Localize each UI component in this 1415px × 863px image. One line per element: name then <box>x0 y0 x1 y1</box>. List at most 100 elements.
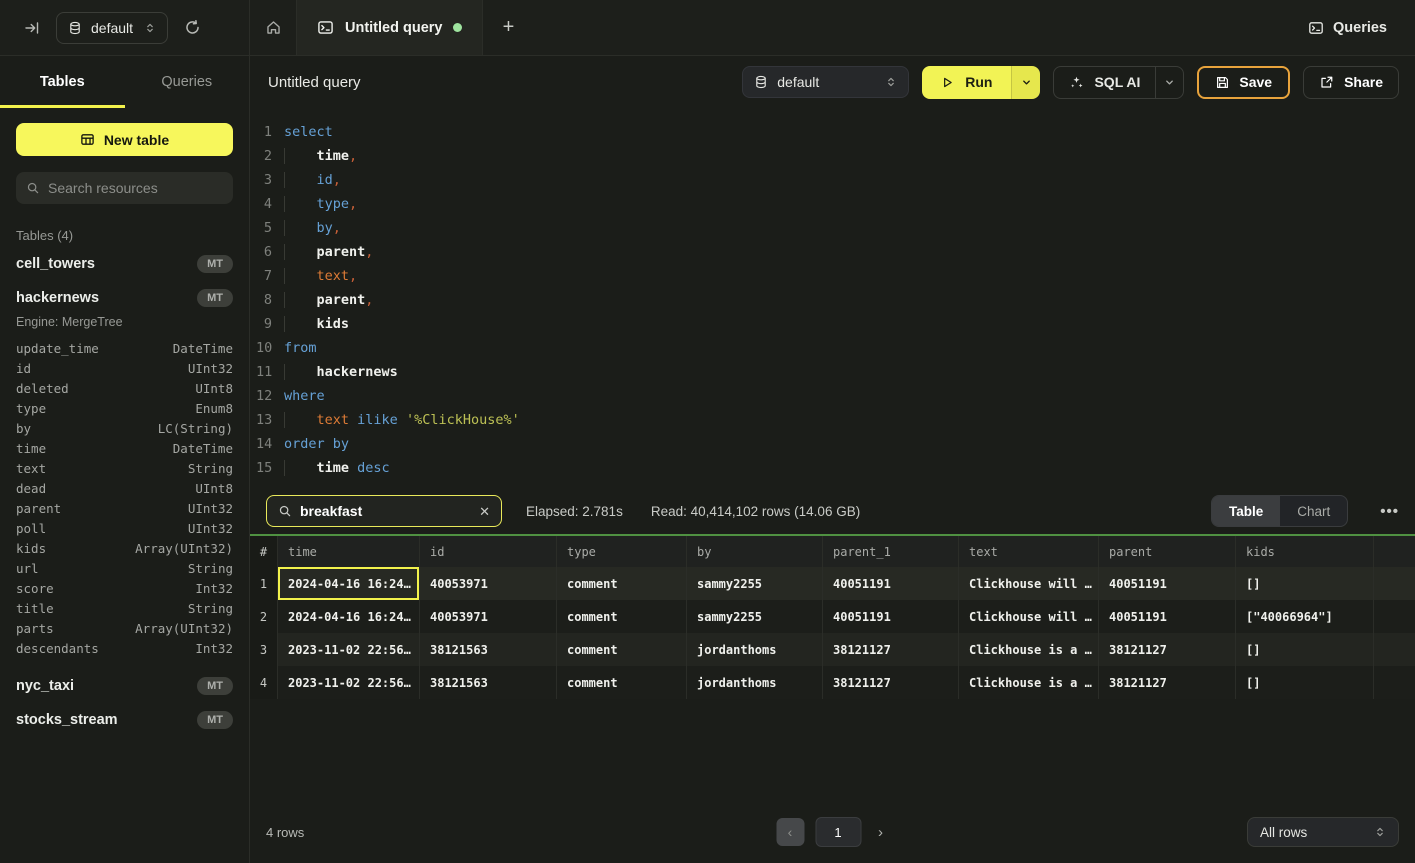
table-schema: update_timeDateTimeidUInt32deletedUInt8t… <box>0 337 249 669</box>
column-header-text[interactable]: text <box>959 536 1099 567</box>
cell[interactable]: 38121563 <box>420 633 557 666</box>
cell[interactable]: 40051191 <box>1099 567 1236 600</box>
column-header-kids[interactable]: kids <box>1236 536 1374 567</box>
save-button[interactable]: Save <box>1197 66 1290 99</box>
schema-column: scoreInt32 <box>16 579 233 599</box>
sidebar-tab-tables[interactable]: Tables <box>0 56 125 108</box>
share-button[interactable]: Share <box>1303 66 1399 99</box>
cell[interactable]: Clickhouse will … <box>959 567 1099 600</box>
page-size-selector[interactable]: All rows <box>1247 817 1399 847</box>
next-page-button[interactable]: › <box>872 820 889 845</box>
line-code: by, <box>272 216 341 240</box>
cell[interactable]: 40053971 <box>420 600 557 633</box>
indent-guide <box>284 148 317 164</box>
share-label: Share <box>1344 74 1383 90</box>
resource-search-input[interactable] <box>48 180 229 196</box>
cell[interactable]: [] <box>1236 633 1374 666</box>
cell[interactable]: jordanthoms <box>687 666 823 699</box>
view-toggle-table[interactable]: Table <box>1212 496 1280 526</box>
cell[interactable]: 2023-11-02 22:56… <box>278 666 420 699</box>
current-page[interactable]: 1 <box>815 817 861 847</box>
column-type: Array(UInt32) <box>135 619 233 639</box>
column-type: LC(String) <box>158 419 233 439</box>
line-number: 11 <box>250 360 272 384</box>
cell[interactable]: comment <box>557 567 687 600</box>
collapse-sidebar-icon[interactable] <box>24 20 40 36</box>
row-number[interactable]: 1 <box>250 567 278 600</box>
table-item-nyc_taxi[interactable]: nyc_taxiMT <box>0 669 249 703</box>
cell[interactable]: 2024-04-16 16:24… <box>278 567 420 600</box>
cell[interactable]: 38121127 <box>1099 633 1236 666</box>
editor-line: 4 type, <box>250 192 1415 216</box>
cell[interactable]: jordanthoms <box>687 633 823 666</box>
queries-button[interactable]: Queries <box>1308 0 1387 55</box>
cell[interactable]: Clickhouse will … <box>959 600 1099 633</box>
previous-page-button[interactable]: ‹ <box>776 818 804 846</box>
table-item-stocks_stream[interactable]: stocks_streamMT <box>0 703 249 737</box>
tab-home[interactable] <box>250 0 296 55</box>
sql-ai-options-button[interactable] <box>1155 67 1183 98</box>
cell[interactable]: [] <box>1236 666 1374 699</box>
new-tab-button[interactable]: + <box>483 0 533 55</box>
row-number[interactable]: 2 <box>250 600 278 633</box>
column-name: parts <box>16 619 54 639</box>
column-header-type[interactable]: type <box>557 536 687 567</box>
new-table-button[interactable]: New table <box>16 123 233 156</box>
cell[interactable]: comment <box>557 633 687 666</box>
cell[interactable]: sammy2255 <box>687 567 823 600</box>
cell[interactable]: 40051191 <box>823 600 959 633</box>
sql-token: '%ClickHouse%' <box>406 412 520 428</box>
cell[interactable]: ["40066964"] <box>1236 600 1374 633</box>
cell[interactable]: 40053971 <box>420 567 557 600</box>
cell[interactable]: 38121127 <box>823 666 959 699</box>
clear-filter-icon[interactable]: ✕ <box>479 505 490 518</box>
line-number: 15 <box>250 456 272 480</box>
refresh-icon[interactable] <box>184 19 201 36</box>
table-item-hackernews[interactable]: hackernewsMT <box>0 281 249 315</box>
line-number: 4 <box>250 192 272 216</box>
cell[interactable]: 2023-11-02 22:56… <box>278 633 420 666</box>
column-type: DateTime <box>173 439 233 459</box>
query-database-selector[interactable]: default <box>742 66 909 98</box>
run-label: Run <box>965 74 992 90</box>
column-header-#[interactable]: # <box>250 536 278 567</box>
cell[interactable]: 2024-04-16 16:24… <box>278 600 420 633</box>
run-options-button[interactable] <box>1011 66 1040 99</box>
search-icon <box>26 181 40 195</box>
column-header-parent_1[interactable]: parent_1 <box>823 536 959 567</box>
column-header-id[interactable]: id <box>420 536 557 567</box>
cell[interactable]: 40051191 <box>823 567 959 600</box>
cell[interactable]: comment <box>557 600 687 633</box>
column-name: dead <box>16 479 46 499</box>
cell[interactable]: Clickhouse is a … <box>959 666 1099 699</box>
indent-guide <box>284 268 317 284</box>
sql-ai-button[interactable]: SQL AI <box>1054 67 1155 98</box>
cell[interactable]: [] <box>1236 567 1374 600</box>
row-number[interactable]: 3 <box>250 633 278 666</box>
editor-line: 1select <box>250 120 1415 144</box>
row-number[interactable]: 4 <box>250 666 278 699</box>
line-number: 14 <box>250 432 272 456</box>
sql-token: , <box>349 148 357 164</box>
cell[interactable]: sammy2255 <box>687 600 823 633</box>
cell[interactable]: Clickhouse is a … <box>959 633 1099 666</box>
database-selector[interactable]: default <box>56 12 168 44</box>
run-button[interactable]: Run <box>922 66 1011 99</box>
cell[interactable]: 38121127 <box>823 633 959 666</box>
column-header-parent[interactable]: parent <box>1099 536 1236 567</box>
sidebar-tab-queries[interactable]: Queries <box>125 56 250 108</box>
column-header-time[interactable]: time <box>278 536 420 567</box>
results-empty-area <box>250 699 1415 801</box>
tab-untitled-query[interactable]: Untitled query <box>296 0 483 55</box>
results-menu-icon[interactable]: ••• <box>1380 503 1399 520</box>
cell[interactable]: 38121127 <box>1099 666 1236 699</box>
view-toggle-chart[interactable]: Chart <box>1280 496 1347 526</box>
table-item-cell_towers[interactable]: cell_towersMT <box>0 247 249 281</box>
cell[interactable]: 38121563 <box>420 666 557 699</box>
results-filter-input[interactable] <box>300 503 471 519</box>
cell[interactable]: 40051191 <box>1099 600 1236 633</box>
cell[interactable]: comment <box>557 666 687 699</box>
new-table-label: New table <box>104 132 169 148</box>
sql-editor[interactable]: 1select2 time,3 id,4 type,5 by,6 parent,… <box>250 108 1415 488</box>
column-header-by[interactable]: by <box>687 536 823 567</box>
